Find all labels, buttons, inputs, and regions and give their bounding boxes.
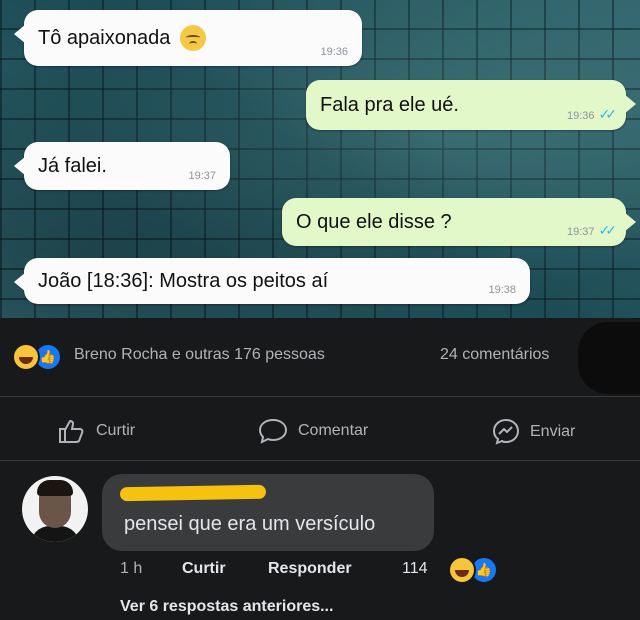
message-incoming: Tô apaixonada 19:36 [14, 10, 362, 66]
comment-reaction-count[interactable]: 114 [402, 560, 428, 578]
avatar[interactable] [22, 476, 88, 542]
like-label: Curtir [96, 422, 136, 439]
message-outgoing: O que ele disse ? 19:37 ✓✓ [282, 198, 636, 246]
message-time: 19:36 [320, 46, 348, 58]
divider [0, 460, 640, 461]
double-check-icon: ✓✓ [598, 106, 618, 122]
chat-screenshot: Tô apaixonada 19:36 Fala pra ele ué. 19:… [0, 0, 640, 318]
message-time: 19:37 [188, 170, 216, 182]
haha-reaction-icon [448, 556, 476, 584]
like-button[interactable]: Curtir [58, 418, 135, 444]
message-text: João [18:36]: Mostra os peitos aí [38, 269, 329, 292]
comment-like-button[interactable]: Curtir [182, 560, 226, 578]
message-outgoing: Fala pra ele ué. 19:36 ✓✓ [306, 80, 636, 130]
message-text: Fala pra ele ué. [320, 93, 459, 116]
message-text: O que ele disse ? [296, 210, 452, 233]
view-previous-replies-link[interactable]: Ver 6 respostas anteriores... [120, 598, 333, 616]
comment-reaction-icons[interactable]: 👍 [448, 556, 498, 584]
speech-bubble-icon [258, 418, 288, 444]
reactions-summary[interactable]: Breno Rocha e outras 176 pessoas [74, 346, 325, 364]
divider [0, 396, 640, 397]
double-check-icon: ✓✓ [598, 222, 618, 238]
comments-count[interactable]: 24 comentários [440, 346, 549, 364]
redaction-mark [578, 322, 640, 394]
messenger-icon [492, 418, 520, 445]
message-time: 19:38 [488, 284, 516, 296]
send-label: Enviar [530, 423, 576, 440]
haha-reaction-icon [12, 343, 40, 371]
redacted-author-name [119, 484, 267, 502]
comment-time: 1 h [120, 560, 143, 577]
reaction-icons[interactable]: 👍 [12, 343, 62, 371]
message-text: Tô apaixonada [38, 26, 171, 49]
message-time: 19:36 [567, 110, 595, 122]
sad-face-emoji-icon [180, 25, 207, 51]
thumbs-up-icon [59, 419, 84, 443]
send-button[interactable]: Enviar [492, 418, 575, 446]
comment-button[interactable]: Comentar [258, 418, 368, 444]
comment-reply-button[interactable]: Responder [268, 560, 352, 578]
message-incoming: Já falei. 19:37 [14, 142, 230, 190]
message-text: Já falei. [38, 154, 107, 177]
message-time: 19:37 [567, 226, 595, 238]
message-incoming: João [18:36]: Mostra os peitos aí 19:38 [14, 258, 530, 304]
comment-text: pensei que era um versículo [124, 513, 376, 535]
comment-label: Comentar [298, 422, 369, 439]
